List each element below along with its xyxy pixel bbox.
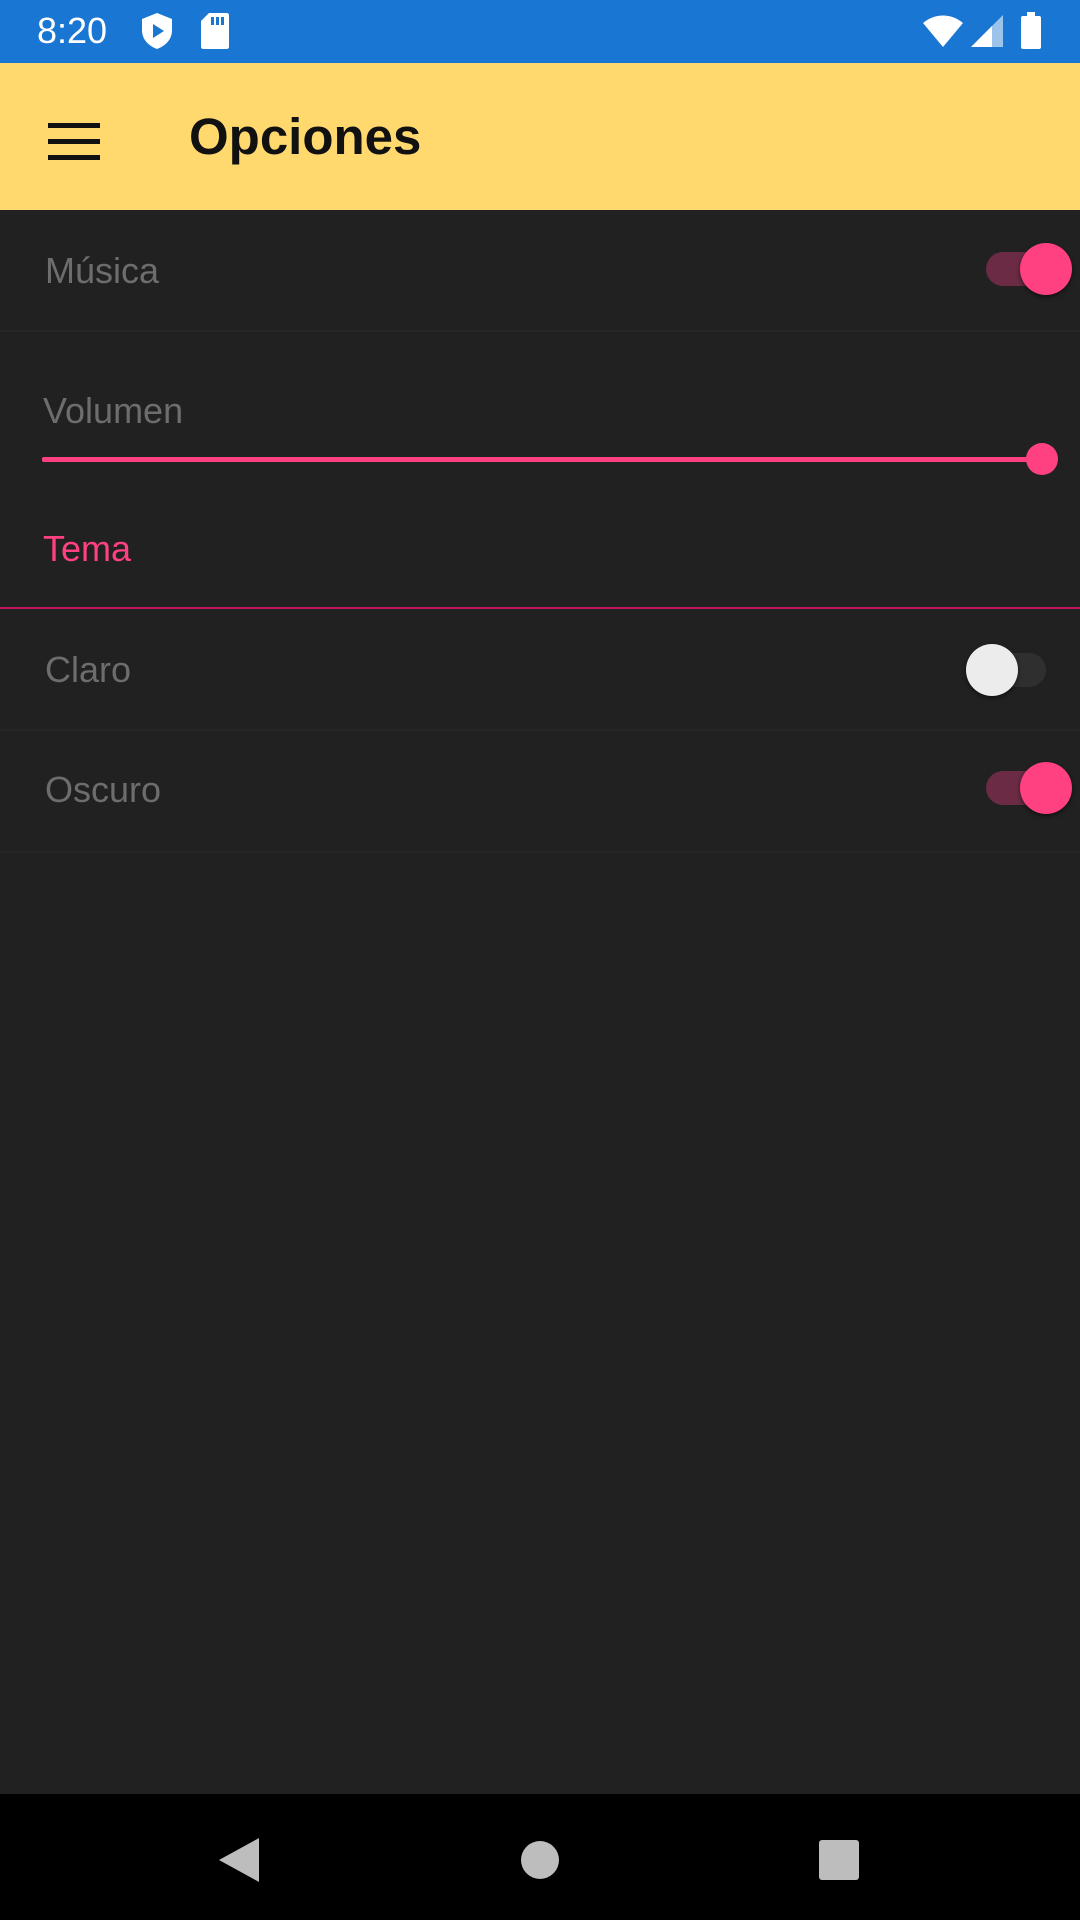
back-button[interactable] bbox=[205, 1824, 275, 1894]
volume-slider[interactable] bbox=[42, 440, 1058, 480]
volume-slider-fill bbox=[42, 457, 1042, 462]
music-label: Música bbox=[45, 250, 160, 291]
light-theme-switch[interactable] bbox=[966, 639, 1056, 699]
light-theme-label: Claro bbox=[45, 649, 132, 690]
status-time: 8:20 bbox=[37, 10, 108, 51]
battery-icon bbox=[1020, 12, 1042, 55]
signal-icon bbox=[970, 14, 1004, 53]
music-switch[interactable] bbox=[986, 238, 1076, 298]
light-theme-row[interactable]: Claro bbox=[0, 609, 1080, 731]
status-bar: 8:20 bbox=[0, 0, 1080, 63]
sd-card-icon bbox=[200, 12, 230, 55]
volume-slider-thumb[interactable] bbox=[1026, 443, 1058, 475]
page-title: Opciones bbox=[189, 108, 422, 165]
volume-label: Volumen bbox=[43, 390, 184, 431]
music-setting-row[interactable]: Música bbox=[0, 210, 1080, 332]
dark-theme-switch[interactable] bbox=[986, 757, 1076, 817]
wifi-icon bbox=[922, 14, 964, 53]
theme-section-title: Tema bbox=[43, 528, 132, 569]
home-icon bbox=[505, 1841, 575, 1898]
app-bar: Opciones bbox=[0, 63, 1080, 210]
dark-theme-row[interactable]: Oscuro bbox=[0, 731, 1080, 853]
recents-icon bbox=[803, 1840, 873, 1898]
hamburger-menu-icon bbox=[48, 123, 100, 166]
shield-play-icon bbox=[140, 12, 174, 55]
back-icon bbox=[205, 1838, 275, 1898]
recents-button[interactable] bbox=[803, 1824, 873, 1894]
menu-button[interactable] bbox=[30, 103, 116, 173]
system-nav-bar bbox=[0, 1794, 1080, 1920]
home-button[interactable] bbox=[505, 1824, 575, 1894]
dark-theme-label: Oscuro bbox=[45, 769, 162, 810]
